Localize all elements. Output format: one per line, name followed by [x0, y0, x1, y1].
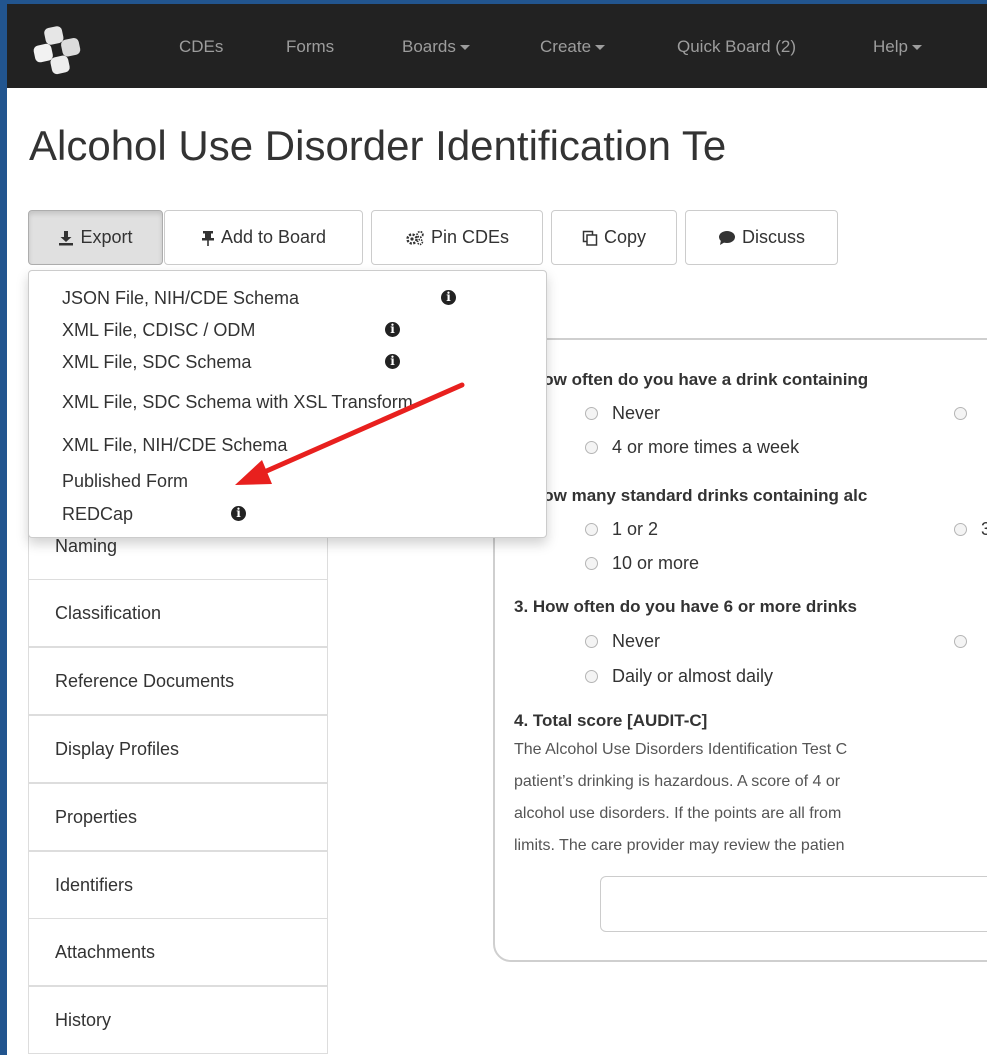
export-published-form[interactable]: Published Form [62, 470, 188, 492]
nav-help[interactable]: Help [873, 37, 922, 57]
window-frame-top [0, 0, 987, 4]
export-xml-sdc-xsl[interactable]: XML File, SDC Schema with XSL Transform [62, 391, 413, 413]
question-4-label: 4. Total score [AUDIT-C] [514, 711, 708, 730]
chevron-down-icon [595, 45, 606, 51]
info-icon[interactable]: i [385, 322, 400, 337]
question-2-label: How many standard drinks containing alc [531, 486, 868, 505]
export-json-nih-cde[interactable]: JSON File, NIH/CDE Schema [62, 287, 299, 309]
option-label: Never [612, 631, 661, 651]
pin-cdes-label: Pin CDEs [430, 227, 510, 247]
nav-help-label: Help [873, 37, 908, 56]
radio-button[interactable] [954, 523, 967, 536]
copy-label: Copy [603, 227, 647, 247]
total-score-input[interactable] [600, 876, 987, 932]
radio-button[interactable] [585, 557, 598, 570]
top-navbar: CDEs Forms Boards Create Quick Board (2)… [7, 4, 987, 88]
radio-button[interactable] [585, 523, 598, 536]
discuss-label: Discuss [741, 227, 805, 247]
cogs-icon [406, 230, 424, 245]
nav-boards[interactable]: Boards [402, 37, 470, 57]
question-4-description: alcohol use disorders. If the points are… [514, 805, 842, 822]
form-preview-panel [493, 338, 987, 962]
add-to-board-button[interactable]: Add to Board [164, 210, 363, 265]
info-icon[interactable]: i [441, 290, 456, 305]
option-label: Daily or almost daily [612, 666, 774, 686]
question-4-description: patient’s drinking is hazardous. A score… [514, 773, 841, 790]
option-label: 4 or more times a week [612, 437, 800, 457]
export-button[interactable]: Export [28, 210, 163, 265]
q3-option-never[interactable]: Never [585, 631, 660, 652]
pin-cdes-button[interactable]: Pin CDEs [371, 210, 543, 265]
radio-button[interactable] [585, 635, 598, 648]
add-to-board-label: Add to Board [220, 227, 327, 247]
export-xml-sdc[interactable]: XML File, SDC Schema [62, 351, 251, 373]
nav-forms[interactable]: Forms [286, 37, 334, 57]
question-1-label: How often do you have a drink containing [531, 370, 869, 389]
q2-option-partial[interactable]: 3 [954, 519, 987, 540]
export-label: Export [80, 227, 133, 247]
sidebar-item-identifiers[interactable]: Identifiers [28, 851, 328, 919]
sidebar-item-label: History [55, 1009, 112, 1030]
radio-button[interactable] [585, 441, 598, 454]
q3-radio-partial[interactable] [954, 635, 967, 648]
nav-boards-label: Boards [402, 37, 456, 56]
sidebar-item-label: Identifiers [55, 874, 134, 895]
window-frame-left [0, 0, 7, 1055]
nav-create[interactable]: Create [540, 37, 606, 57]
sidebar-item-label: Properties [55, 806, 138, 827]
q1-option-4-or-more[interactable]: 4 or more times a week [585, 437, 799, 458]
download-icon [59, 230, 74, 245]
sidebar-item-label: Naming [55, 535, 118, 556]
q3-option-daily[interactable]: Daily or almost daily [585, 666, 773, 687]
sidebar-item-label: Reference Documents [55, 670, 235, 691]
export-xml-cdisc-odm[interactable]: XML File, CDISC / ODM [62, 319, 255, 341]
page-title: Alcohol Use Disorder Identification Te [29, 122, 727, 169]
sidebar-item-history[interactable]: History [28, 986, 328, 1054]
pushpin-icon [201, 230, 214, 246]
q1-radio-partial[interactable] [954, 407, 967, 420]
sidebar-item-label: Display Profiles [55, 738, 180, 759]
sidebar-item-classification[interactable]: Classification [28, 579, 328, 647]
nav-cdes[interactable]: CDEs [179, 37, 223, 57]
sidebar-item-properties[interactable]: Properties [28, 783, 328, 851]
question-3-label: 3. How often do you have 6 or more drink… [514, 597, 857, 616]
q1-option-never[interactable]: Never [585, 403, 660, 424]
info-icon[interactable]: i [385, 354, 400, 369]
discuss-button[interactable]: Discuss [685, 210, 838, 265]
chevron-down-icon [911, 45, 922, 51]
copy-icon [582, 230, 598, 246]
q2-option-1-or-2[interactable]: 1 or 2 [585, 519, 658, 540]
question-4-description: The Alcohol Use Disorders Identification… [514, 741, 848, 758]
export-dropdown-menu: JSON File, NIH/CDE Schema i XML File, CD… [28, 270, 547, 538]
sidebar-item-display-profiles[interactable]: Display Profiles [28, 715, 328, 783]
comment-icon [718, 230, 735, 245]
export-redcap[interactable]: REDCap [62, 503, 133, 525]
copy-button[interactable]: Copy [551, 210, 677, 265]
question-4-description: limits. The care provider may review the… [514, 837, 845, 854]
export-xml-nih-cde[interactable]: XML File, NIH/CDE Schema [62, 434, 287, 456]
chevron-down-icon [459, 45, 470, 51]
option-label: 10 or more [612, 553, 700, 573]
sidebar-item-reference-documents[interactable]: Reference Documents [28, 647, 328, 715]
option-label: 3 [981, 519, 987, 539]
sidebar-item-attachments[interactable]: Attachments [28, 918, 328, 986]
radio-button[interactable] [585, 407, 598, 420]
sidebar-item-label: Classification [55, 602, 162, 623]
sidebar-item-label: Attachments [55, 941, 156, 962]
option-label: 1 or 2 [612, 519, 659, 539]
radio-button[interactable] [585, 670, 598, 683]
logo-icon[interactable] [30, 22, 90, 78]
q2-option-10-or-more[interactable]: 10 or more [585, 553, 699, 574]
info-icon[interactable]: i [231, 506, 246, 521]
nav-create-label: Create [540, 37, 592, 56]
option-label: Never [612, 403, 661, 423]
nav-quick-board[interactable]: Quick Board (2) [677, 37, 796, 57]
